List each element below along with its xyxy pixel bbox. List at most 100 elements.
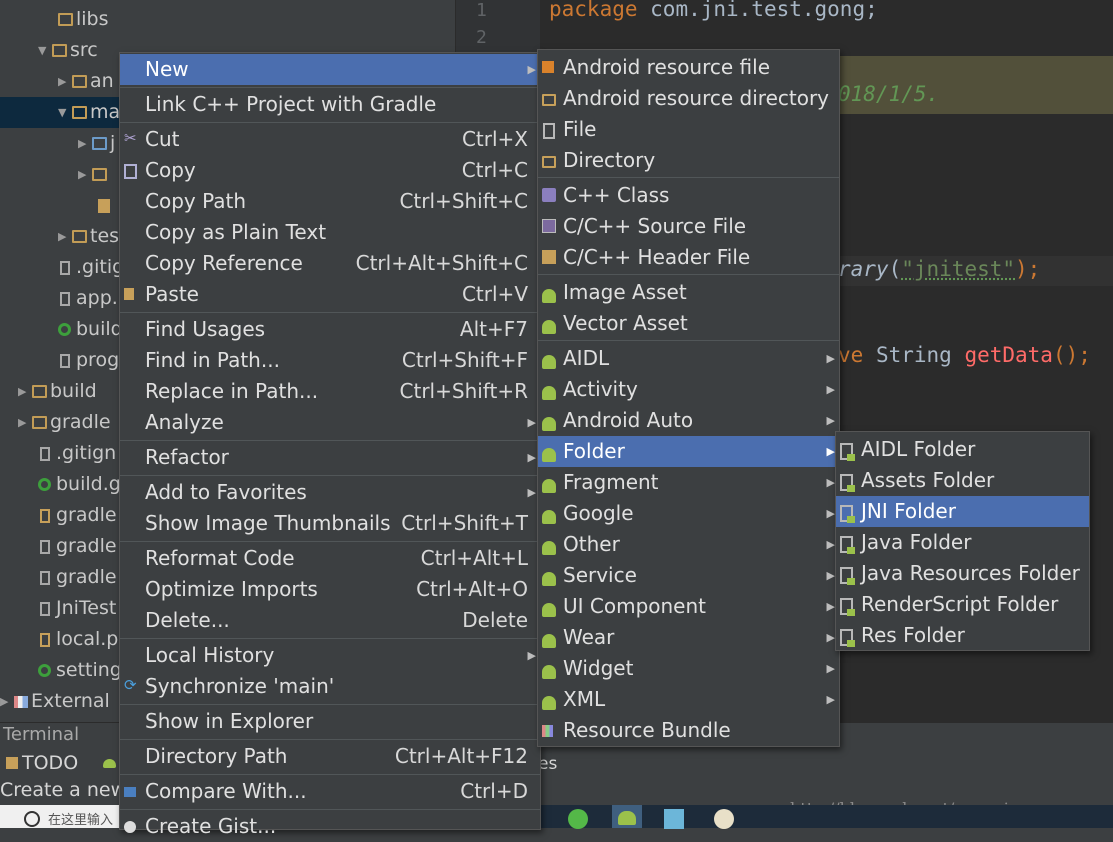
- folder-java-resources[interactable]: Java Resources Folder: [836, 558, 1089, 589]
- tree-item-gradle-properties[interactable]: gradle: [40, 500, 117, 531]
- android-icon: [542, 541, 556, 555]
- tree-item-manifest[interactable]: [98, 190, 113, 221]
- tree-item-external-libraries[interactable]: ▶ External: [0, 686, 110, 717]
- chevron-right-icon[interactable]: ▶: [0, 686, 14, 717]
- tree-item-gradlew-bat[interactable]: gradle: [40, 562, 117, 593]
- new-directory[interactable]: Directory: [538, 145, 839, 176]
- new-other[interactable]: Other ▶: [538, 529, 839, 560]
- new-activity[interactable]: Activity ▶: [538, 374, 839, 405]
- tree-item-settings-gradle[interactable]: setting: [38, 655, 122, 686]
- tree-item-java[interactable]: ▶ j: [78, 128, 115, 159]
- todo-tab[interactable]: TODO: [22, 752, 78, 774]
- chevron-right-icon[interactable]: ▶: [58, 66, 72, 97]
- folder-java[interactable]: Java Folder: [836, 527, 1089, 558]
- tree-item-gradlew[interactable]: gradle: [40, 531, 117, 562]
- gradle-icon: [38, 664, 51, 677]
- new-xml[interactable]: XML ▶: [538, 684, 839, 715]
- menu-item-replace-in-path[interactable]: Replace in Path... Ctrl+Shift+R: [120, 376, 540, 407]
- tree-item-libs[interactable]: libs: [58, 4, 109, 35]
- chevron-right-icon[interactable]: ▶: [18, 407, 32, 438]
- menu-item-reformat-code[interactable]: Reformat Code Ctrl+Alt+L: [120, 543, 540, 574]
- android-icon[interactable]: [103, 759, 116, 768]
- new-aidl[interactable]: AIDL ▶: [538, 343, 839, 374]
- tree-item-androidTest[interactable]: ▶ an: [58, 66, 114, 97]
- menu-item-find-in-path[interactable]: Find in Path... Ctrl+Shift+F: [120, 345, 540, 376]
- new-service[interactable]: Service ▶: [538, 560, 839, 591]
- folder-jni[interactable]: JNI Folder: [836, 496, 1089, 527]
- tree-item-build-gradle[interactable]: build: [58, 314, 123, 345]
- folder-aidl[interactable]: AIDL Folder: [836, 434, 1089, 465]
- gradle-icon: [38, 478, 51, 491]
- folder-assets[interactable]: Assets Folder: [836, 465, 1089, 496]
- menu-item-copy-plain-text[interactable]: Copy as Plain Text: [120, 217, 540, 248]
- app-icon-green[interactable]: [568, 809, 588, 829]
- menu-item-create-gist[interactable]: Create Gist...: [120, 811, 540, 842]
- chevron-right-icon[interactable]: ▶: [18, 376, 32, 407]
- tree-item-build[interactable]: ▶ build: [18, 376, 97, 407]
- menu-item-delete[interactable]: Delete... Delete: [120, 605, 540, 636]
- menu-item-copy-reference[interactable]: Copy Reference Ctrl+Alt+Shift+C: [120, 248, 540, 279]
- new-cpp-class[interactable]: C++ Class: [538, 180, 839, 211]
- new-android-auto[interactable]: Android Auto ▶: [538, 405, 839, 436]
- new-cpp-header[interactable]: C/C++ Header File: [538, 242, 839, 273]
- menu-item-local-history[interactable]: Local History ▶: [120, 640, 540, 671]
- folder-renderscript[interactable]: RenderScript Folder: [836, 589, 1089, 620]
- folder-res[interactable]: Res Folder: [836, 620, 1089, 651]
- new-vector-asset[interactable]: Vector Asset: [538, 308, 839, 339]
- tree-item-gradle[interactable]: ▶ gradle: [18, 407, 111, 438]
- submenu-arrow-icon: ▶: [527, 451, 536, 464]
- new-google[interactable]: Google ▶: [538, 498, 839, 529]
- tree-item-gitignore[interactable]: .gitig: [60, 252, 124, 283]
- menu-item-copy[interactable]: Copy Ctrl+C: [120, 155, 540, 186]
- menu-item-compare-with[interactable]: Compare With... Ctrl+D: [120, 776, 540, 807]
- new-file[interactable]: File: [538, 114, 839, 145]
- tree-item-jnitest-iml[interactable]: JniTest: [40, 593, 116, 624]
- chevron-right-icon[interactable]: ▶: [78, 159, 92, 190]
- android-icon: [542, 603, 556, 617]
- chevron-down-icon[interactable]: ▼: [38, 35, 52, 66]
- new-wear[interactable]: Wear ▶: [538, 622, 839, 653]
- menu-item-link-cpp[interactable]: Link C++ Project with Gradle: [120, 89, 540, 120]
- new-ui-component[interactable]: UI Component ▶: [538, 591, 839, 622]
- terminal-tab[interactable]: Terminal: [3, 724, 79, 745]
- submenu-arrow-icon: ▶: [826, 538, 835, 551]
- new-android-resource-directory[interactable]: Android resource directory: [538, 83, 839, 114]
- chevron-right-icon[interactable]: ▶: [78, 128, 92, 159]
- new-fragment[interactable]: Fragment ▶: [538, 467, 839, 498]
- menu-item-copy-path[interactable]: Copy Path Ctrl+Shift+C: [120, 186, 540, 217]
- menu-item-directory-path[interactable]: Directory Path Ctrl+Alt+F12: [120, 741, 540, 772]
- tree-item-app-iml[interactable]: app.: [60, 283, 118, 314]
- menu-item-paste[interactable]: Paste Ctrl+V: [120, 279, 540, 310]
- cpp-class-icon: [542, 188, 556, 202]
- tree-item-build-gradle-root[interactable]: build.g: [38, 469, 121, 500]
- new-android-resource-file[interactable]: Android resource file: [538, 52, 839, 83]
- menu-item-find-usages[interactable]: Find Usages Alt+F7: [120, 314, 540, 345]
- menu-item-new[interactable]: New ▶: [120, 54, 540, 85]
- app-icon-blue[interactable]: [664, 809, 684, 829]
- cpp-source-icon: [542, 219, 556, 233]
- tree-item-test[interactable]: ▶ tes: [58, 221, 119, 252]
- tree-item-gitignore-root[interactable]: .gitign: [40, 438, 116, 469]
- app-icon-clock[interactable]: [714, 809, 734, 829]
- menu-item-synchronize[interactable]: ⟳ Synchronize 'main': [120, 671, 540, 702]
- menu-item-show-image-thumbnails[interactable]: Show Image Thumbnails Ctrl+Shift+T: [120, 508, 540, 539]
- menu-separator: [120, 87, 540, 88]
- menu-item-analyze[interactable]: Analyze ▶: [120, 407, 540, 438]
- new-image-asset[interactable]: Image Asset: [538, 277, 839, 308]
- menu-item-show-in-explorer[interactable]: Show in Explorer: [120, 706, 540, 737]
- new-widget[interactable]: Widget ▶: [538, 653, 839, 684]
- tree-item-local-properties[interactable]: local.p: [40, 624, 118, 655]
- new-resource-bundle[interactable]: Resource Bundle: [538, 715, 839, 746]
- menu-item-refactor[interactable]: Refactor ▶: [120, 442, 540, 473]
- new-folder[interactable]: Folder ▶: [538, 436, 839, 467]
- menu-item-cut[interactable]: ✂ Cut Ctrl+X: [120, 124, 540, 155]
- menu-item-optimize-imports[interactable]: Optimize Imports Ctrl+Alt+O: [120, 574, 540, 605]
- tree-item-res[interactable]: ▶: [78, 159, 110, 190]
- chevron-down-icon[interactable]: ▼: [58, 97, 72, 128]
- menu-item-add-to-favorites[interactable]: Add to Favorites ▶: [120, 477, 540, 508]
- submenu-arrow-icon: ▶: [826, 693, 835, 706]
- tree-item-proguard[interactable]: prog: [60, 345, 119, 376]
- tree-item-src[interactable]: ▼ src: [38, 35, 98, 66]
- new-cpp-source[interactable]: C/C++ Source File: [538, 211, 839, 242]
- chevron-right-icon[interactable]: ▶: [58, 221, 72, 252]
